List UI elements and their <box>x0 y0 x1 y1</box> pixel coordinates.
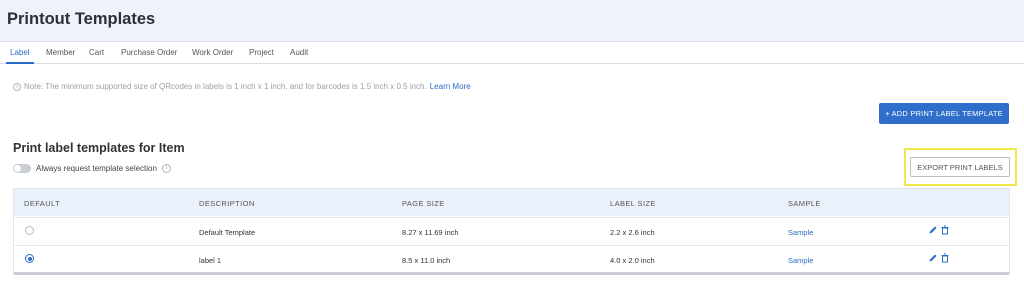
horizontal-scrollbar[interactable] <box>14 272 1009 275</box>
tab-member[interactable]: Member <box>46 48 75 57</box>
default-radio-selected[interactable] <box>25 254 34 263</box>
column-header-label-size: LABEL SIZE <box>610 199 656 208</box>
tab-bar: Label Member Cart Purchase Order Work Or… <box>0 42 1024 64</box>
toggle-knob <box>14 165 21 172</box>
active-tab-indicator <box>6 62 34 64</box>
delete-icon[interactable] <box>940 253 950 263</box>
tab-audit[interactable]: Audit <box>290 48 308 57</box>
export-print-labels-button[interactable]: EXPORT PRINT LABELS <box>910 157 1010 177</box>
tab-project[interactable]: Project <box>249 48 274 57</box>
learn-more-link[interactable]: Learn More <box>430 82 471 91</box>
delete-icon[interactable] <box>940 225 950 235</box>
tab-cart[interactable]: Cart <box>89 48 104 57</box>
toggle-label: Always request template selection <box>36 164 157 173</box>
page-title: Printout Templates <box>7 10 156 28</box>
label-size-cell: 4.0 x 2.0 inch <box>610 256 655 265</box>
page-size-cell: 8.5 x 11.0 inch <box>402 256 451 265</box>
sample-link[interactable]: Sample <box>788 228 813 237</box>
page-size-cell: 8.27 x 11.69 inch <box>402 228 459 237</box>
always-request-toggle[interactable] <box>13 164 31 173</box>
tab-purchase-order[interactable]: Purchase Order <box>121 48 177 57</box>
add-print-label-template-button[interactable]: + ADD PRINT LABEL TEMPLATE <box>879 103 1009 124</box>
column-header-description: DESCRIPTION <box>199 199 255 208</box>
table-header: DEFAULT DESCRIPTION PAGE SIZE LABEL SIZE… <box>14 189 1009 216</box>
info-icon: i <box>13 82 21 91</box>
label-size-cell: 2.2 x 2.6 inch <box>610 228 655 237</box>
edit-icon[interactable] <box>928 225 938 235</box>
template-selection-toggle-row: Always request template selection i <box>13 164 171 173</box>
qr-size-note: i Note: The minimum supported size of QR… <box>13 82 471 91</box>
templates-table: DEFAULT DESCRIPTION PAGE SIZE LABEL SIZE… <box>13 188 1010 275</box>
table-row: Default Template 8.27 x 11.69 inch 2.2 x… <box>14 217 1009 244</box>
row-actions <box>928 253 950 263</box>
tab-work-order[interactable]: Work Order <box>192 48 233 57</box>
table-row: label 1 8.5 x 11.0 inch 4.0 x 2.0 inch S… <box>14 245 1009 272</box>
row-actions <box>928 225 950 235</box>
help-icon[interactable]: i <box>161 164 171 173</box>
sample-link[interactable]: Sample <box>788 256 813 265</box>
tab-label[interactable]: Label <box>10 48 30 57</box>
note-text: Note: The minimum supported size of QRco… <box>24 82 427 91</box>
column-header-page-size: PAGE SIZE <box>402 199 445 208</box>
description-cell: label 1 <box>199 256 222 265</box>
default-radio[interactable] <box>25 226 34 235</box>
description-cell: Default Template <box>199 228 256 237</box>
page-header: Printout Templates <box>0 0 1024 42</box>
section-title: Print label templates for Item <box>13 141 185 155</box>
column-header-sample: SAMPLE <box>788 199 821 208</box>
column-header-default: DEFAULT <box>24 199 61 208</box>
edit-icon[interactable] <box>928 253 938 263</box>
